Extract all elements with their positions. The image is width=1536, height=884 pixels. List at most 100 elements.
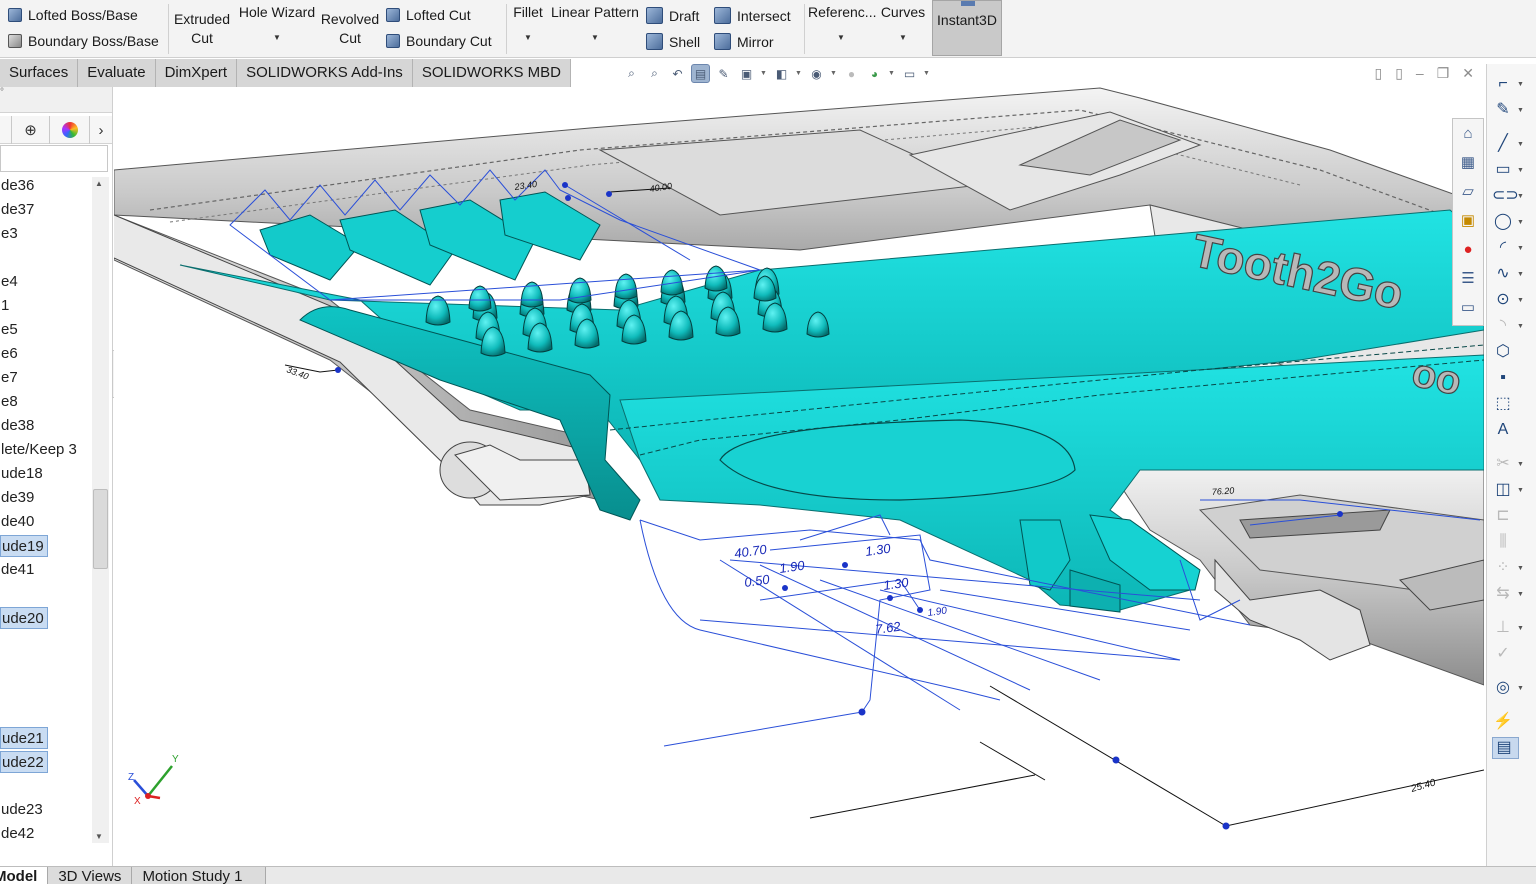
view-settings-dropdown-icon[interactable]: ▼ xyxy=(923,70,931,77)
tree-item[interactable] xyxy=(0,775,4,797)
view-orientation-icon[interactable]: ▣ xyxy=(737,64,756,83)
tree-item[interactable] xyxy=(0,247,4,269)
tree-scrollbar[interactable]: ▲ ▼ xyxy=(92,177,109,843)
apply-scene-dropdown-icon[interactable]: ▼ xyxy=(888,70,896,77)
circle-button[interactable]: ◯ ▼ xyxy=(1492,211,1532,233)
fillet-button[interactable]: Fillet ▼ xyxy=(510,3,546,42)
tree-item[interactable]: e4 xyxy=(0,271,21,293)
shell-button[interactable]: Shell xyxy=(646,33,700,50)
rectangle-button[interactable]: ▭ ▼ xyxy=(1492,159,1532,181)
tab-evaluate[interactable]: Evaluate xyxy=(78,59,156,87)
apply-scene-icon[interactable]: ◕ xyxy=(865,64,884,83)
extruded-cut-button[interactable]: Extruded Cut xyxy=(172,10,232,48)
tree-item[interactable]: e6 xyxy=(0,343,21,365)
tree-item[interactable]: ude18 xyxy=(0,463,46,485)
lofted-cut-button[interactable]: Lofted Cut xyxy=(386,7,471,23)
tree-item[interactable]: de41 xyxy=(0,559,37,581)
arc-button[interactable]: ◜ ▼ xyxy=(1492,237,1532,259)
smart-dimension-button[interactable]: ✎ ▼ xyxy=(1492,99,1532,121)
tree-item[interactable]: de37 xyxy=(0,199,37,221)
curves-button[interactable]: Curves ▼ xyxy=(878,3,928,42)
close-icon[interactable]: ✕ xyxy=(1462,65,1474,82)
tree-scroll-thumb[interactable] xyxy=(93,489,108,569)
polygon-button[interactable]: ⬡ xyxy=(1492,341,1532,363)
view-palette-icon[interactable]: ▣ xyxy=(1456,208,1480,232)
hole-wizard-dropdown-icon[interactable]: ▼ xyxy=(236,34,318,42)
tree-item[interactable]: lete/Keep 3 xyxy=(0,439,80,461)
view-settings-icon[interactable]: ▭ xyxy=(900,64,919,83)
tree-item[interactable]: ude23 xyxy=(0,799,46,821)
tree-item[interactable] xyxy=(0,679,4,701)
tab-model[interactable]: Model xyxy=(0,867,49,884)
tree-filter-input[interactable] xyxy=(0,145,108,172)
display-style-dropdown-icon[interactable]: ▼ xyxy=(795,70,803,77)
tree-item[interactable]: e3 xyxy=(0,223,21,245)
graphics-area[interactable]: Tooth2Go oo 40.70 1.30 1.90 0.50 1.30 7.… xyxy=(114,87,1484,866)
reference-geometry-dropdown-icon[interactable]: ▼ xyxy=(808,34,874,42)
hide-show-dropdown-icon[interactable]: ▼ xyxy=(830,70,838,77)
more-tabs-chevron-icon[interactable]: › xyxy=(90,116,112,144)
tree-item[interactable]: de38 xyxy=(0,415,37,437)
mirror-entities-button[interactable]: ⫼ xyxy=(1492,531,1532,553)
tree-item[interactable]: ude19 xyxy=(0,535,48,557)
zoom-to-area-icon[interactable]: ⌕ xyxy=(645,64,664,83)
feature-manager-tab-icon[interactable] xyxy=(0,116,12,144)
tree-item[interactable]: de39 xyxy=(0,487,37,509)
tree-item[interactable] xyxy=(0,631,4,653)
reference-geometry-button[interactable]: Referenc... ▼ xyxy=(808,3,876,42)
spline-button[interactable]: ∿ ▼ xyxy=(1492,263,1532,285)
fillet-sketch-button[interactable]: ◝ ▼ xyxy=(1492,315,1532,337)
trim-button[interactable]: ✂ ▼ xyxy=(1492,453,1532,475)
scroll-down-icon[interactable]: ▼ xyxy=(95,832,103,841)
mirror-button[interactable]: Mirror xyxy=(714,33,774,50)
tree-item[interactable]: ude20 xyxy=(0,607,48,629)
tree-item[interactable]: de42 xyxy=(0,823,37,845)
linear-sketch-pattern-button[interactable]: ⁘ ▼ xyxy=(1492,557,1532,579)
draft-button[interactable]: Draft xyxy=(646,7,699,24)
slot-button[interactable]: ⊂⊃ ▼ xyxy=(1492,185,1532,207)
minimize-icon[interactable]: – xyxy=(1416,65,1424,82)
revolved-cut-button[interactable]: Revolved Cut xyxy=(320,10,380,48)
lofted-boss-button[interactable]: Lofted Boss/Base xyxy=(8,7,138,23)
dynamic-annotation-icon[interactable]: ✎ xyxy=(714,64,733,83)
display-manager-tab-icon[interactable] xyxy=(50,116,90,144)
sketch-button[interactable]: ⌐ ▼ xyxy=(1492,73,1532,95)
line-button[interactable]: ╱ ▼ xyxy=(1492,133,1532,155)
forum-icon[interactable]: ▭ xyxy=(1456,295,1480,319)
restore-icon[interactable]: ❐ xyxy=(1437,65,1450,82)
tab-motion-study-1[interactable]: Motion Study 1 xyxy=(132,867,266,884)
dimxpert-manager-tab-icon[interactable]: ⊕ xyxy=(12,116,50,144)
edit-appearance-icon[interactable]: ● xyxy=(842,64,861,83)
rapid-sketch-button[interactable]: ⚡ xyxy=(1492,711,1532,733)
view-orientation-dropdown-icon[interactable]: ▼ xyxy=(760,70,768,77)
intersect-button[interactable]: Intersect xyxy=(714,7,791,24)
fillet-dropdown-icon[interactable]: ▼ xyxy=(510,34,546,42)
ellipse-button[interactable]: ⊙ ▼ xyxy=(1492,289,1532,311)
tree-item[interactable]: e7 xyxy=(0,367,21,389)
tree-panel-menu-icon[interactable]: ° xyxy=(0,87,4,98)
tree-item[interactable]: de40 xyxy=(0,511,37,533)
home-icon[interactable]: ⌂ xyxy=(1456,121,1480,145)
quick-snaps-button[interactable]: ◎ ▼ xyxy=(1492,677,1532,699)
zoom-to-fit-icon[interactable]: ⌕ xyxy=(622,64,641,83)
display-relations-button[interactable]: ⊥ ▼ xyxy=(1492,617,1532,639)
tree-item[interactable]: e5 xyxy=(0,319,21,341)
boundary-boss-button[interactable]: Boundary Boss/Base xyxy=(8,33,159,49)
tab-3d-views[interactable]: 3D Views xyxy=(48,867,133,884)
tree-item[interactable]: ude21 xyxy=(0,727,48,749)
tile-right-icon[interactable]: ▯ xyxy=(1395,65,1403,82)
linear-pattern-dropdown-icon[interactable]: ▼ xyxy=(550,34,640,42)
tree-item[interactable] xyxy=(0,703,4,725)
custom-properties-icon[interactable]: ☰ xyxy=(1456,266,1480,290)
point-button[interactable]: ▪ xyxy=(1492,367,1532,389)
tree-item[interactable]: de36 xyxy=(0,175,37,197)
instant3d-button[interactable]: Instant3D xyxy=(932,0,1002,56)
offset-button[interactable]: ⊏ xyxy=(1492,505,1532,527)
tree-item[interactable]: 1 xyxy=(0,295,12,317)
repair-sketch-button[interactable]: ✓ xyxy=(1492,643,1532,665)
file-explorer-icon[interactable]: ▱ xyxy=(1456,179,1480,203)
text-button[interactable]: A xyxy=(1492,419,1532,441)
linear-pattern-button[interactable]: Linear Pattern ▼ xyxy=(550,3,640,42)
scroll-up-icon[interactable]: ▲ xyxy=(95,179,103,188)
tree-item[interactable] xyxy=(0,655,4,677)
